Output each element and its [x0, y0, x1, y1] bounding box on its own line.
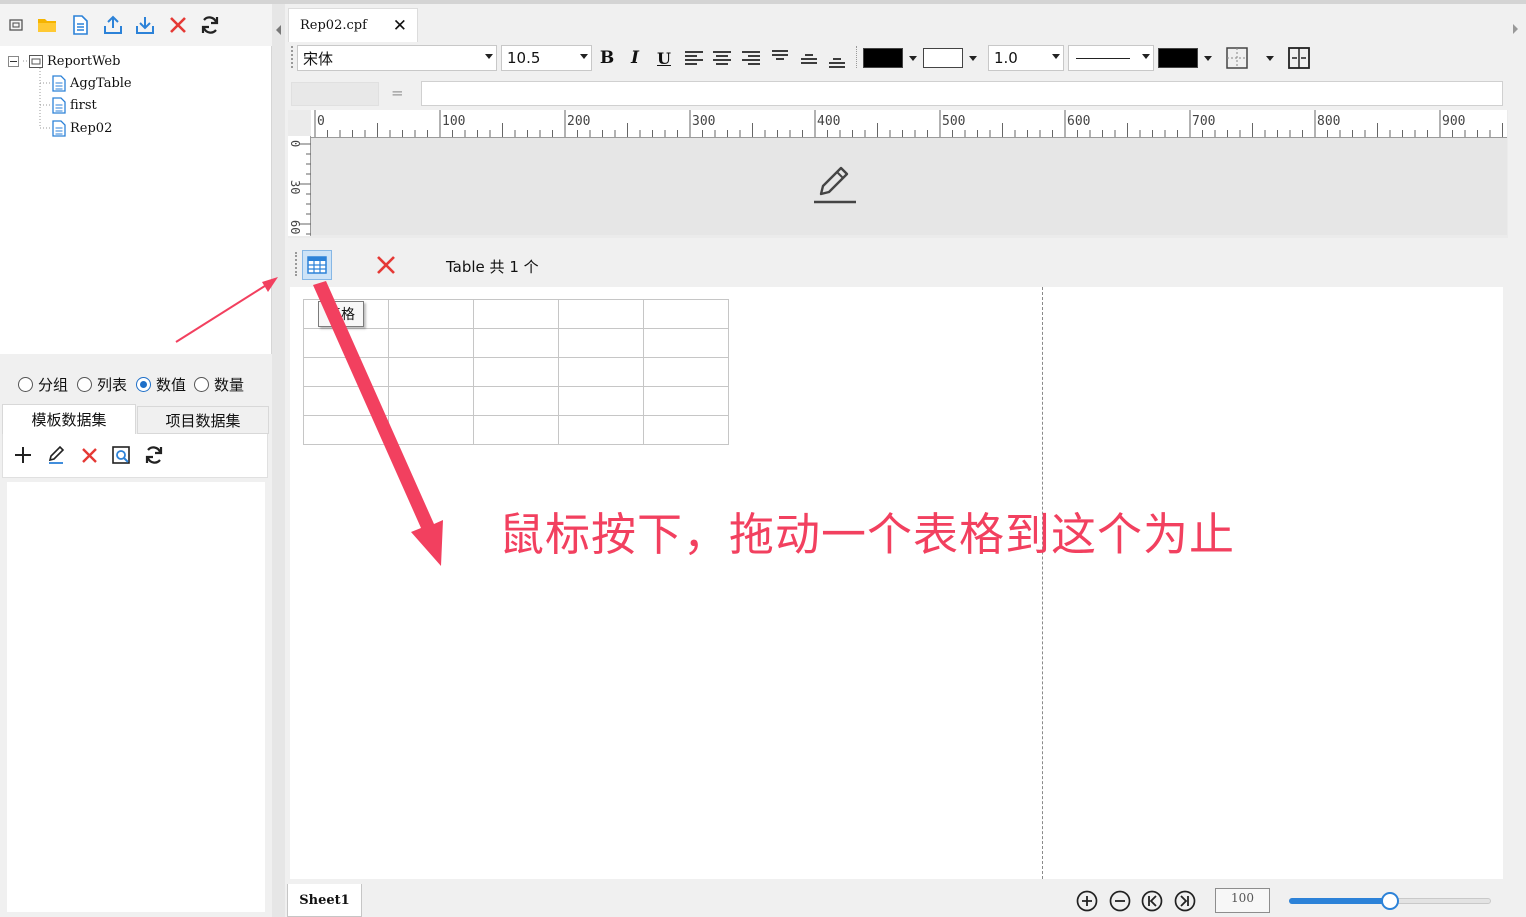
- zoom-level-field[interactable]: 100: [1215, 888, 1270, 913]
- sheet-tab[interactable]: Sheet1: [287, 884, 362, 917]
- annotation-text: 鼠标按下，拖动一个表格到这个为止: [499, 508, 1236, 561]
- arrow-to-table-button: [175, 283, 269, 343]
- arrowhead-small: [262, 277, 278, 292]
- first-page-icon[interactable]: [1141, 890, 1163, 912]
- arrow-drag-direction: [313, 281, 443, 566]
- zoom-in-icon[interactable]: [1076, 890, 1098, 912]
- zoom-out-icon[interactable]: [1109, 890, 1131, 912]
- zoom-slider-fill: [1289, 898, 1390, 904]
- zoom-slider-thumb[interactable]: [1381, 892, 1399, 910]
- annotation-arrows: [175, 277, 443, 566]
- last-page-icon[interactable]: [1174, 890, 1196, 912]
